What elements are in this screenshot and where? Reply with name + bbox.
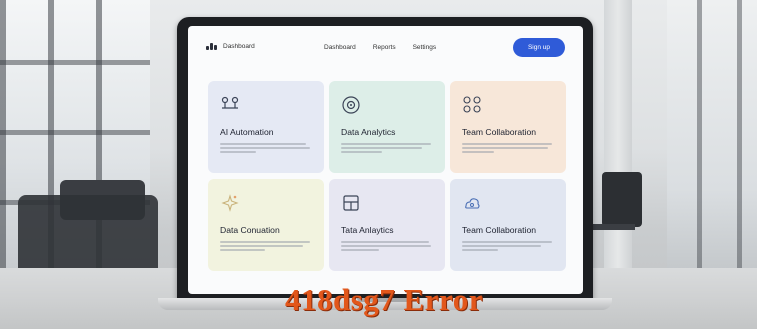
card-description [462,141,552,155]
top-navbar: Dashboard Dashboard Reports Settings Sig… [188,26,583,68]
card-description [220,239,310,253]
feature-card-data-analytics[interactable]: Data Analytics [329,81,445,173]
nav-link-settings[interactable]: Settings [413,44,437,51]
nav-links: Dashboard Reports Settings [324,44,436,51]
connected-nodes-icon [221,96,239,109]
office-window-right [667,0,757,270]
card-title: Tata Anlaytics [341,225,394,235]
card-title: Team Collaboration [462,225,537,235]
feature-card-ai-automation[interactable]: AI Automation [208,81,324,173]
card-description [462,239,552,253]
card-description [341,239,431,253]
error-overlay-text: 418dsg7 Error [285,282,483,317]
card-title: Team Collaboration [462,127,537,137]
feature-card-team-collaboration[interactable]: Team Collaboration [450,81,566,173]
nav-link-reports[interactable]: Reports [373,44,396,51]
feature-card-team-collaboration-2[interactable]: Team Collaboration [450,179,566,271]
feature-card-grid: AI Automation Data Analytics Team Collab… [208,81,566,271]
laptop-screen: Dashboard Dashboard Reports Settings Sig… [188,26,583,294]
brand-name: Dashboard [223,42,255,50]
feature-card-data-conuation[interactable]: Data Conuation [208,179,324,271]
data-sparkle-icon [221,194,239,212]
card-title: Data Analytics [341,127,396,137]
feature-card-tata-anlaytics[interactable]: Tata Anlaytics [329,179,445,271]
card-title: Data Conuation [220,225,280,235]
card-description [341,141,431,155]
team-cloud-icon [465,198,480,209]
report-board-icon [343,195,359,211]
card-title: AI Automation [220,127,274,137]
office-chair-right [602,172,642,227]
brand-logo[interactable]: Dashboard [206,42,255,50]
signup-button[interactable]: Sign up [513,38,565,57]
nav-link-dashboard[interactable]: Dashboard [324,44,356,51]
card-description [220,141,310,155]
disc-target-icon [342,96,360,114]
team-people-icon [463,96,481,113]
bar-chart-logo-icon [206,42,220,50]
